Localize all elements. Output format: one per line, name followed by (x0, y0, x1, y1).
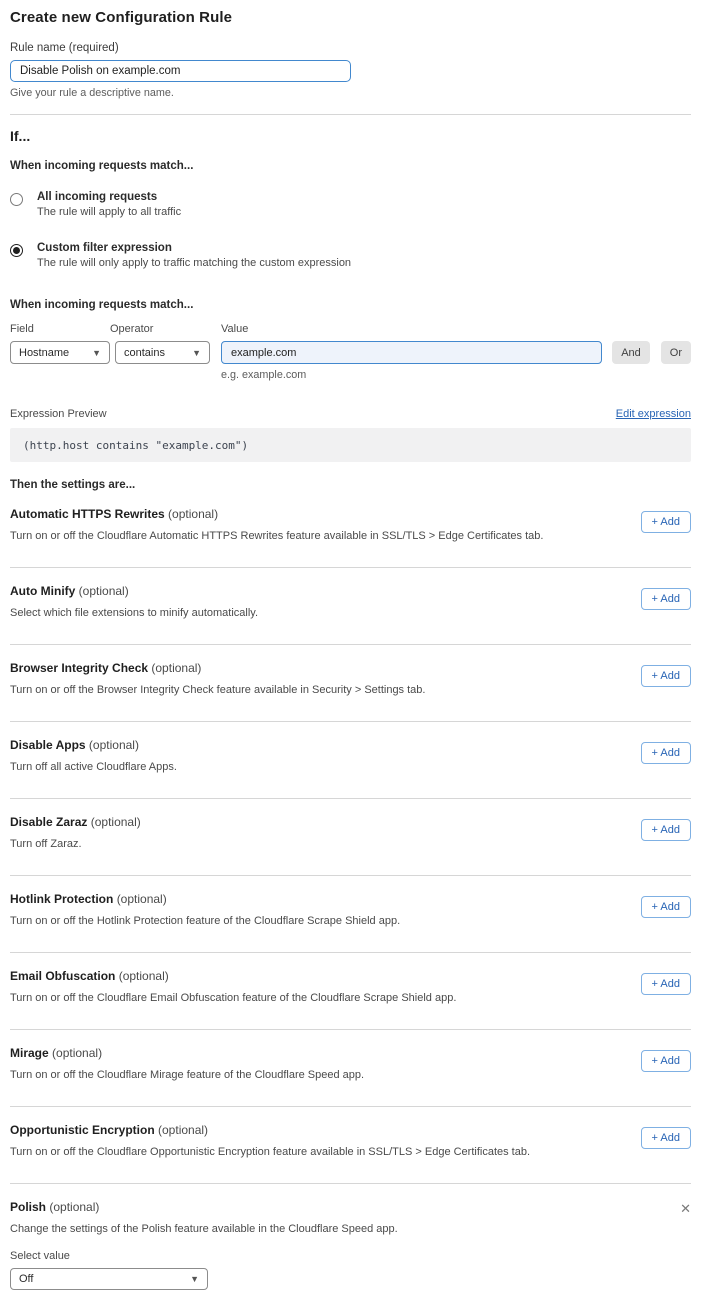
setting-description: Turn on or off the Cloudflare Automatic … (10, 530, 621, 542)
add-button[interactable]: + Add (641, 588, 691, 610)
rule-name-input[interactable] (10, 60, 351, 82)
setting-description: Turn on or off the Cloudflare Mirage fea… (10, 1069, 621, 1081)
optional-label: (optional) (89, 738, 139, 752)
setting-polish: Polish (optional) Change the settings of… (10, 1184, 691, 1290)
optional-label: (optional) (52, 1046, 102, 1060)
polish-select-value: Off (19, 1273, 33, 1285)
setting-title: Auto Minify (10, 584, 75, 598)
value-label: Value (221, 323, 602, 335)
radio-option-custom-filter-expression[interactable]: Custom filter expression The rule will o… (10, 242, 691, 269)
optional-label: (optional) (151, 661, 201, 675)
rule-name-label: Rule name (required) (10, 42, 691, 54)
expression-builder-row: Field Hostname ▼ Operator contains ▼ Val… (10, 311, 691, 364)
close-icon[interactable]: ✕ (680, 1202, 691, 1215)
radio-option-all-incoming-requests[interactable]: All incoming requests The rule will appl… (10, 191, 691, 218)
field-select-value: Hostname (19, 347, 69, 359)
chevron-down-icon: ▼ (192, 348, 201, 358)
create-configuration-rule-page: Create new Configuration Rule Rule name … (0, 0, 705, 1300)
optional-label: (optional) (79, 584, 129, 598)
setting-description: Turn on or off the Browser Integrity Che… (10, 684, 621, 696)
setting-disable-zaraz: Disable Zaraz (optional) Turn off Zaraz.… (10, 799, 691, 876)
expression-preview-code: (http.host contains "example.com") (10, 428, 691, 462)
expression-builder-heading: When incoming requests match... (10, 299, 691, 311)
setting-title: Opportunistic Encryption (10, 1123, 155, 1137)
add-button[interactable]: + Add (641, 511, 691, 533)
setting-title: Disable Zaraz (10, 815, 87, 829)
setting-title: Browser Integrity Check (10, 661, 148, 675)
value-help-text: e.g. example.com (221, 369, 691, 381)
radio-label: Custom filter expression (37, 242, 351, 254)
setting-description: Turn on or off the Cloudflare Opportunis… (10, 1146, 621, 1158)
setting-description: Turn on or off the Cloudflare Email Obfu… (10, 992, 621, 1004)
radio-description: The rule will only apply to traffic matc… (37, 257, 351, 269)
setting-title: Disable Apps (10, 738, 86, 752)
add-button[interactable]: + Add (641, 1127, 691, 1149)
value-input[interactable] (221, 341, 602, 364)
setting-description: Change the settings of the Polish featur… (10, 1223, 660, 1235)
field-select[interactable]: Hostname ▼ (10, 341, 110, 364)
page-title: Create new Configuration Rule (10, 9, 691, 26)
incoming-requests-match-heading: When incoming requests match... (10, 160, 691, 172)
setting-browser-integrity-check: Browser Integrity Check (optional) Turn … (10, 645, 691, 722)
add-button[interactable]: + Add (641, 973, 691, 995)
setting-opportunistic-encryption: Opportunistic Encryption (optional) Turn… (10, 1107, 691, 1184)
optional-label: (optional) (91, 815, 141, 829)
setting-title: Email Obfuscation (10, 969, 115, 983)
expression-preview-label: Expression Preview (10, 408, 107, 420)
expression-preview-header: Expression Preview Edit expression (10, 408, 691, 420)
add-button[interactable]: + Add (641, 1050, 691, 1072)
operator-select[interactable]: contains ▼ (115, 341, 210, 364)
setting-title: Hotlink Protection (10, 892, 113, 906)
setting-description: Turn off Zaraz. (10, 838, 621, 850)
setting-email-obfuscation: Email Obfuscation (optional) Turn on or … (10, 953, 691, 1030)
add-button[interactable]: + Add (641, 896, 691, 918)
field-label: Field (10, 323, 110, 335)
chevron-down-icon: ▼ (190, 1274, 199, 1284)
setting-description: Turn off all active Cloudflare Apps. (10, 761, 621, 773)
rule-name-help: Give your rule a descriptive name. (10, 87, 691, 99)
edit-expression-link[interactable]: Edit expression (616, 408, 691, 420)
optional-label: (optional) (158, 1123, 208, 1137)
optional-label: (optional) (49, 1200, 99, 1214)
if-heading: If... (10, 128, 691, 144)
setting-automatic-https-rewrites: Automatic HTTPS Rewrites (optional) Turn… (10, 491, 691, 568)
add-button[interactable]: + Add (641, 665, 691, 687)
optional-label: (optional) (119, 969, 169, 983)
optional-label: (optional) (117, 892, 167, 906)
setting-title: Automatic HTTPS Rewrites (10, 507, 165, 521)
setting-description: Turn on or off the Hotlink Protection fe… (10, 915, 621, 927)
optional-label: (optional) (168, 507, 218, 521)
radio-description: The rule will apply to all traffic (37, 206, 181, 218)
add-button[interactable]: + Add (641, 819, 691, 841)
setting-hotlink-protection: Hotlink Protection (optional) Turn on or… (10, 876, 691, 953)
and-button[interactable]: And (612, 341, 650, 364)
setting-description: Select which file extensions to minify a… (10, 607, 621, 619)
radio-button-unselected[interactable] (10, 193, 23, 206)
section-divider (10, 114, 691, 115)
operator-select-value: contains (124, 347, 165, 359)
setting-title: Polish (10, 1200, 46, 1214)
operator-label: Operator (110, 323, 210, 335)
radio-button-selected[interactable] (10, 244, 23, 257)
setting-mirage: Mirage (optional) Turn on or off the Clo… (10, 1030, 691, 1107)
setting-disable-apps: Disable Apps (optional) Turn off all act… (10, 722, 691, 799)
or-button[interactable]: Or (661, 341, 691, 364)
setting-title: Mirage (10, 1046, 49, 1060)
then-settings-heading: Then the settings are... (10, 479, 691, 491)
add-button[interactable]: + Add (641, 742, 691, 764)
radio-label: All incoming requests (37, 191, 181, 203)
chevron-down-icon: ▼ (92, 348, 101, 358)
setting-auto-minify: Auto Minify (optional) Select which file… (10, 568, 691, 645)
polish-value-select[interactable]: Off ▼ (10, 1268, 208, 1290)
select-value-label: Select value (10, 1250, 660, 1262)
